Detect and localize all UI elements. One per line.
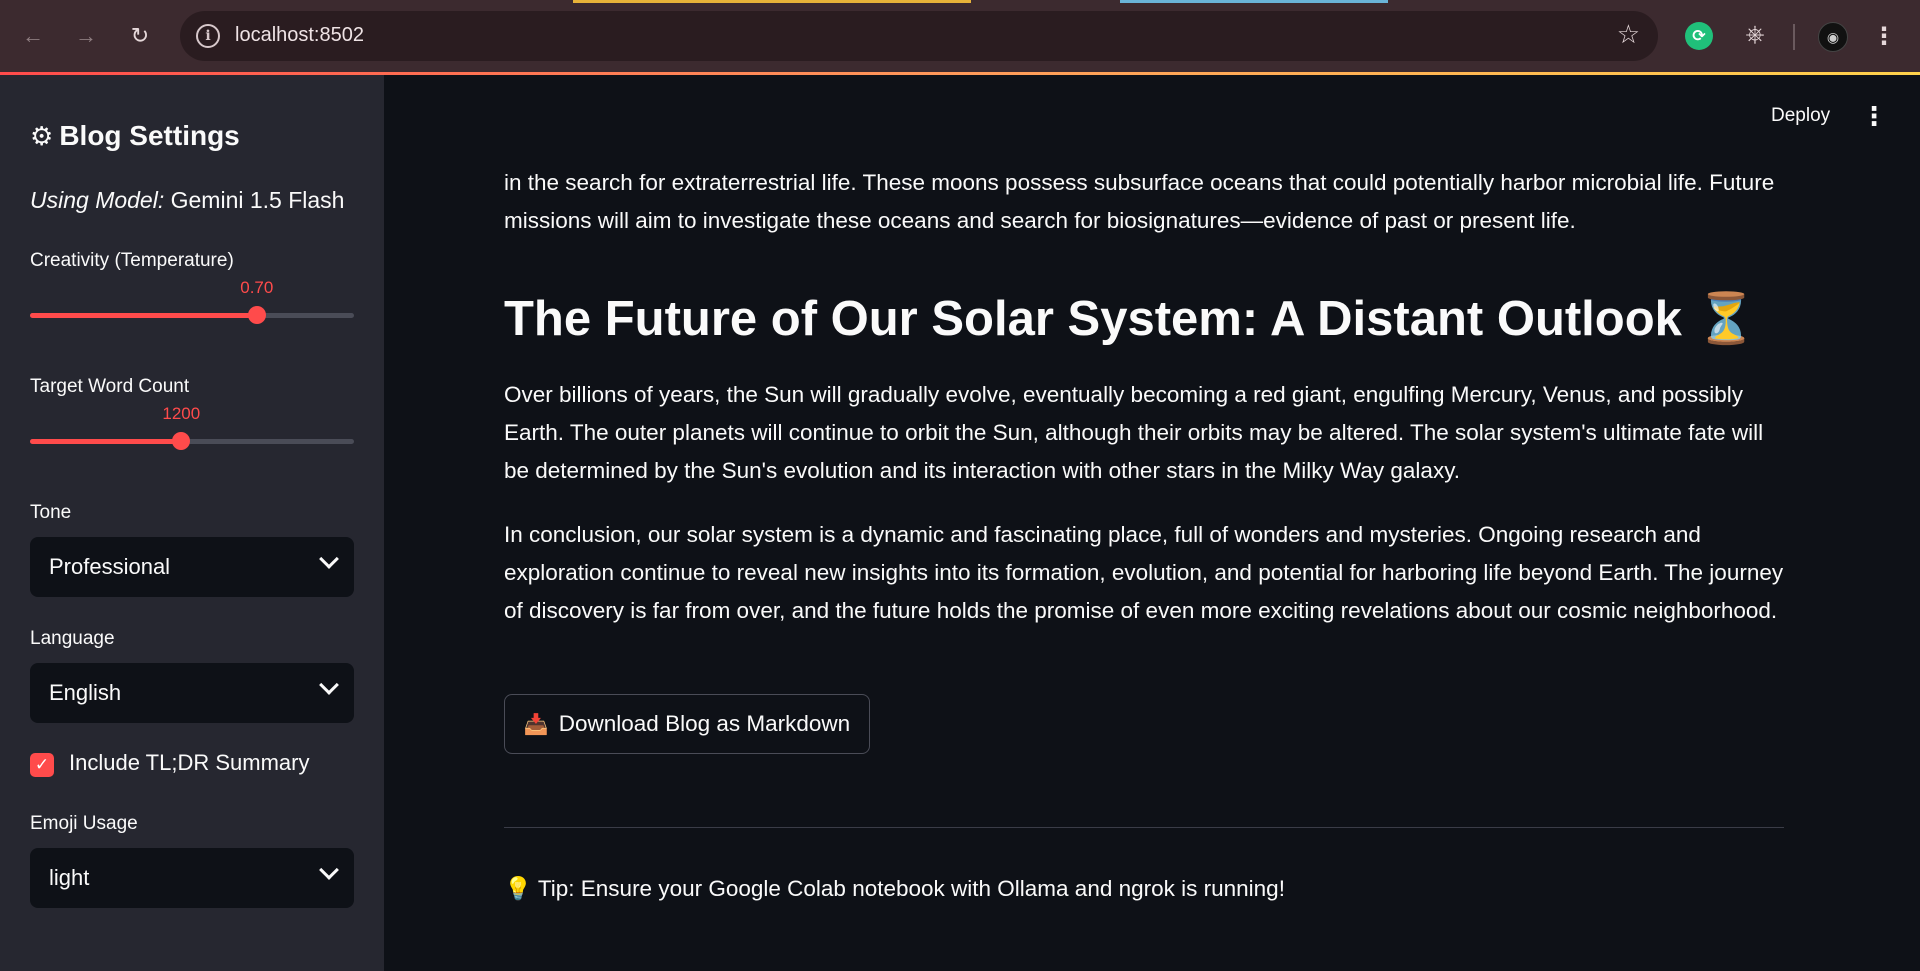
download-markdown-button[interactable]: 📥 Download Blog as Markdown — [504, 694, 870, 754]
word-count-label: Target Word Count — [30, 376, 190, 397]
blog-paragraph: Over billions of years, the Sun will gra… — [504, 382, 1764, 483]
deploy-button[interactable]: Deploy — [1771, 105, 1830, 127]
tldr-checkbox[interactable]: ✓ — [30, 753, 54, 777]
model-name: Gemini 1.5 Flash — [170, 187, 345, 213]
slider-value: 0.70 — [240, 278, 274, 297]
tone-selected: Professional — [49, 554, 171, 579]
blog-heading: The Future of Our Solar System: A Distan… — [504, 292, 1757, 346]
bookmark-star-icon[interactable]: ☆ — [1617, 19, 1640, 50]
blog-paragraph: in the search for extraterrestrial life.… — [504, 170, 1775, 233]
gear-icon: ⚙ — [30, 120, 54, 151]
site-info-icon[interactable]: i — [196, 24, 220, 48]
emoji-label: Emoji Usage — [30, 813, 138, 834]
word-count-slider[interactable]: 1200 — [30, 404, 354, 450]
extension-icon[interactable]: ⟳ — [1685, 22, 1713, 50]
temperature-label: Creativity (Temperature) — [30, 250, 234, 271]
temperature-slider[interactable]: 0.70 — [30, 278, 354, 324]
emoji-select[interactable]: light — [30, 848, 354, 908]
language-select[interactable]: English — [30, 663, 354, 723]
url-text[interactable]: localhost:8502 — [235, 24, 364, 47]
tldr-label[interactable]: Include TL;DR Summary — [69, 750, 309, 776]
slider-thumb[interactable] — [247, 306, 266, 324]
address-bar[interactable]: i localhost:8502 ☆ — [180, 11, 1658, 61]
back-arrow-icon[interactable]: ← — [17, 20, 49, 52]
sidebar-title-text: Blog Settings — [59, 120, 240, 151]
slider-value: 1200 — [162, 404, 201, 423]
tone-label: Tone — [30, 502, 72, 523]
tab-indicator — [573, 0, 971, 3]
model-prefix: Using Model: — [30, 187, 165, 213]
profile-avatar[interactable]: ◉ — [1818, 22, 1848, 52]
chevron-down-icon — [319, 860, 339, 880]
model-info: Using Model: Gemini 1.5 Flash — [30, 187, 344, 214]
language-selected: English — [49, 680, 122, 705]
sidebar: ⚙ Blog Settings Using Model: Gemini 1.5 … — [0, 75, 384, 971]
slider-fill — [30, 313, 257, 318]
sidebar-title: ⚙ Blog Settings — [30, 120, 240, 152]
download-icon: 📥 — [523, 713, 549, 736]
download-button-label: Download Blog as Markdown — [558, 711, 851, 736]
language-label: Language — [30, 628, 115, 649]
tab-indicator — [1120, 0, 1388, 3]
slider-fill — [30, 439, 182, 444]
blog-paragraph: In conclusion, our solar system is a dyn… — [504, 522, 1784, 623]
extensions-puzzle-icon[interactable]: ⎈ — [1740, 20, 1770, 50]
tone-select[interactable]: Professional — [30, 537, 354, 597]
emoji-selected: light — [49, 865, 90, 890]
chevron-down-icon — [319, 549, 339, 569]
browser-menu-icon[interactable]: ⋮ — [1872, 20, 1896, 52]
slider-thumb[interactable] — [172, 432, 191, 450]
browser-toolbar: ← → ↻ i localhost:8502 ☆ ⟳ ⎈ ◉ ⋮ — [0, 0, 1920, 75]
forward-arrow-icon[interactable]: → — [70, 20, 102, 52]
app-menu-icon[interactable]: ⋮ — [1861, 101, 1887, 132]
toolbar-divider — [1793, 24, 1795, 50]
divider — [504, 827, 1784, 828]
chevron-down-icon — [319, 675, 339, 695]
tip-text: 💡 Tip: Ensure your Google Colab notebook… — [504, 876, 1285, 901]
reload-icon[interactable]: ↻ — [124, 20, 156, 52]
